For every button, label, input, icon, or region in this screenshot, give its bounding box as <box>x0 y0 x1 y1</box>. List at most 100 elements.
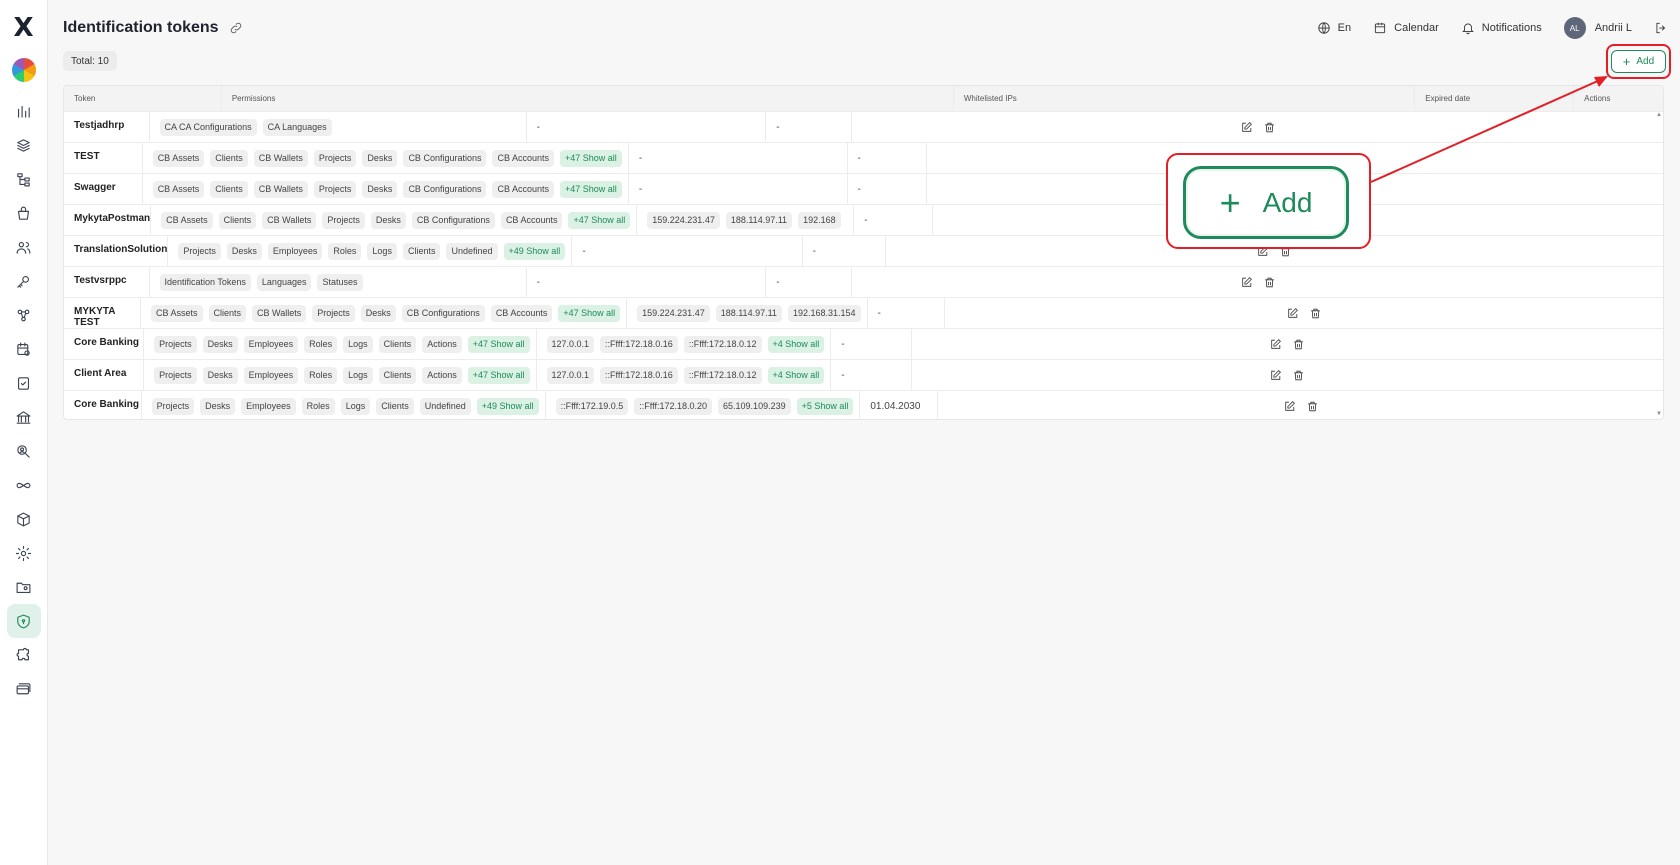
sidebar-item-users[interactable] <box>7 230 41 264</box>
edit-icon[interactable] <box>1240 276 1253 289</box>
permission-chip: CB Wallets <box>253 180 308 198</box>
token-cell: Client Area <box>64 360 145 390</box>
empty-ips-value: - <box>536 276 540 288</box>
sidebar-item-user-search[interactable] <box>7 434 41 468</box>
permission-chip: Employees <box>267 242 323 260</box>
table-row[interactable]: Testjadhrp CA CA Configurations CA Languag… <box>64 112 1663 143</box>
language-selector[interactable]: En <box>1317 21 1351 35</box>
sidebar-item-gear[interactable] <box>7 536 41 570</box>
trash-icon[interactable] <box>1292 369 1305 382</box>
table-row[interactable]: MYKYTA TEST CB Assets Clients CB Wallets Pro… <box>64 298 1663 329</box>
logout-icon <box>1656 22 1666 34</box>
expired-date-cell: - <box>831 329 912 359</box>
edit-icon[interactable] <box>1283 400 1296 413</box>
permission-chip: Employees <box>241 397 296 415</box>
sidebar-item-network[interactable] <box>7 298 41 332</box>
edit-icon[interactable] <box>1269 369 1282 382</box>
column-header-whitelisted-ips[interactable]: Whitelisted IPs <box>954 86 1416 111</box>
show-all-permissions-link[interactable]: +49 Show all <box>476 397 539 415</box>
sidebar-item-key[interactable] <box>7 264 41 298</box>
whitelisted-ips-cell: 159.224.231.47 188.114.97.11 192.168.31.15… <box>627 298 868 328</box>
sidebar-item-package[interactable] <box>7 502 41 536</box>
trash-icon[interactable] <box>1263 121 1276 134</box>
show-all-permissions-link[interactable]: +47 Show all <box>467 366 530 384</box>
notifications-link[interactable]: Notifications <box>1461 21 1542 35</box>
show-all-ips-link[interactable]: +5 Show all <box>796 397 854 415</box>
permission-chip: CB Wallets <box>262 211 317 229</box>
actions-cell <box>852 267 1663 297</box>
sidebar-item-hierarchy[interactable] <box>7 162 41 196</box>
table-row[interactable]: TranslationSolution Projects Desks Employee… <box>64 236 1663 267</box>
permission-chip: Desks <box>202 335 238 353</box>
show-all-permissions-link[interactable]: +47 Show all <box>560 149 622 167</box>
permission-chip: Actions <box>422 335 462 353</box>
permission-chip: CA Languages <box>262 118 332 136</box>
table-row[interactable]: MykytaPostman CB Assets Clients CB Wallets P… <box>64 205 1663 236</box>
sidebar-item-analytics[interactable] <box>7 94 41 128</box>
edit-icon[interactable] <box>1240 121 1253 134</box>
permission-chip: Projects <box>178 242 221 260</box>
show-all-ips-link[interactable]: +4 Show all <box>767 366 825 384</box>
avatar: AL <box>1563 17 1586 39</box>
show-all-permissions-link[interactable]: +49 Show all <box>503 242 566 260</box>
sidebar-item-infinity[interactable] <box>7 468 41 502</box>
sidebar-item-basket[interactable] <box>7 196 41 230</box>
analytics-icon <box>17 105 30 118</box>
calendar-label: Calendar <box>1394 22 1439 34</box>
sidebar-item-shield[interactable] <box>6 604 41 638</box>
column-header-permissions[interactable]: Permissions <box>222 86 954 111</box>
expired-date-value: - <box>857 152 861 164</box>
sidebar-item-puzzle[interactable] <box>7 638 41 672</box>
layers-icon <box>17 138 30 152</box>
trash-icon[interactable] <box>1263 276 1276 289</box>
show-all-permissions-link[interactable]: +47 Show all <box>568 211 631 229</box>
calendar-link[interactable]: Calendar <box>1373 21 1439 35</box>
show-all-ips-link[interactable]: +4 Show all <box>767 335 825 353</box>
folder-user-icon <box>16 582 31 593</box>
permission-chip: CB Accounts <box>500 211 563 229</box>
token-name: Core Banking <box>74 399 140 410</box>
table-row[interactable]: Testvsrppc Identification Tokens Languages… <box>64 267 1663 298</box>
users-icon <box>16 241 31 254</box>
token-name: MYKYTA TEST <box>74 306 116 328</box>
show-all-permissions-link[interactable]: +47 Show all <box>467 335 530 353</box>
table-row[interactable]: Core Banking Projects Desks Employees Roles L… <box>64 391 1663 419</box>
table-row[interactable]: Swagger CB Assets Clients CB Wallets Project… <box>64 174 1663 205</box>
ip-chip: 127.0.0.1 <box>546 335 595 353</box>
token-name: Testjadhrp <box>74 120 125 131</box>
permission-chip: Desks <box>226 242 262 260</box>
token-name: MykytaPostman <box>74 213 151 224</box>
permissions-cell: CB Assets Clients CB Wallets Projects Desks C… <box>141 298 628 328</box>
link-icon[interactable] <box>229 21 243 35</box>
table-row[interactable]: Core Banking Projects Desks Employees Roles L… <box>64 329 1663 360</box>
trash-icon[interactable] <box>1306 400 1319 413</box>
edit-icon[interactable] <box>1286 307 1299 320</box>
table-header-row: Token Permissions Whitelisted IPs Expire… <box>64 86 1663 112</box>
actions-cell <box>852 112 1663 142</box>
sidebar-item-calendar-settings[interactable] <box>7 332 41 366</box>
sidebar-item-layers[interactable] <box>7 128 41 162</box>
column-header-token[interactable]: Token <box>64 86 222 111</box>
sidebar-item-cards[interactable] <box>7 672 41 706</box>
permission-chip: Clients <box>402 242 441 260</box>
table-row[interactable]: Client Area Projects Desks Employees Roles Lo… <box>64 360 1663 391</box>
color-wheel-icon[interactable] <box>11 58 36 82</box>
expired-date-cell: - <box>848 174 927 204</box>
edit-icon[interactable] <box>1269 338 1282 351</box>
logout-button[interactable] <box>1654 21 1668 35</box>
table-row[interactable]: TEST CB Assets Clients CB Wallets Projects De… <box>64 143 1663 174</box>
show-all-permissions-link[interactable]: +47 Show all <box>560 180 622 198</box>
permission-chip: Actions <box>422 366 462 384</box>
trash-icon[interactable] <box>1292 338 1305 351</box>
show-all-permissions-link[interactable]: +47 Show all <box>558 304 621 322</box>
sidebar-item-folder-user[interactable] <box>7 570 41 604</box>
sidebar-item-bank[interactable] <box>7 400 41 434</box>
app-logo[interactable]: X <box>10 13 38 43</box>
expired-date-value: - <box>776 121 780 133</box>
user-menu[interactable]: AL Andrii L <box>1563 17 1632 39</box>
permission-chip: Projects <box>151 397 195 415</box>
column-header-expired-date[interactable]: Expired date <box>1415 86 1575 111</box>
trash-icon[interactable] <box>1309 307 1322 320</box>
permission-chip: CB Configurations <box>403 149 487 167</box>
sidebar-item-document-check[interactable] <box>7 366 41 400</box>
